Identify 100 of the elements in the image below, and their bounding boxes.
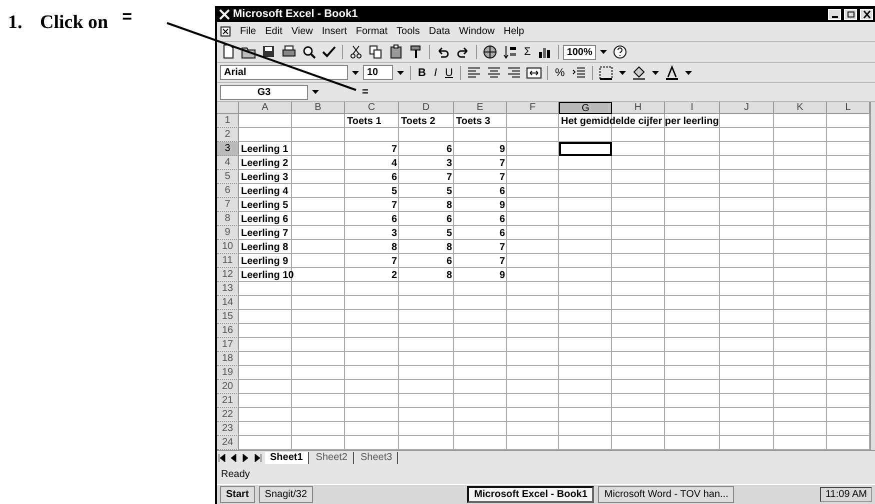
column-header[interactable]: D bbox=[399, 102, 454, 114]
column-header[interactable]: C bbox=[345, 102, 399, 114]
row-header[interactable]: 18 bbox=[217, 352, 239, 366]
menu-item[interactable]: Format bbox=[356, 26, 388, 37]
table-cell-text: 9 bbox=[498, 142, 506, 156]
row-header[interactable]: 24 bbox=[217, 436, 239, 450]
menu-item[interactable]: View bbox=[291, 26, 313, 37]
table-cell-text: Leerling 4 bbox=[240, 184, 290, 198]
table-cell-text: 5 bbox=[390, 184, 398, 198]
percent-button[interactable]: % bbox=[552, 64, 568, 81]
table-cell-text: 6 bbox=[498, 226, 506, 240]
taskbar-button[interactable]: Microsoft Word - TOV han... bbox=[598, 486, 734, 503]
restore-icon[interactable] bbox=[844, 8, 857, 20]
menu-item[interactable]: Data bbox=[428, 26, 450, 37]
column-header[interactable]: L bbox=[827, 102, 870, 114]
table-cell-text: Het gemiddelde cijfer per leerling bbox=[560, 114, 720, 128]
row-header[interactable]: 16 bbox=[217, 324, 239, 338]
italic-button[interactable]: I bbox=[430, 64, 440, 81]
column-header[interactable]: I bbox=[665, 102, 720, 114]
close-icon[interactable] bbox=[860, 8, 873, 20]
sheet-nav-arrow-icon[interactable] bbox=[217, 452, 227, 462]
column-header[interactable]: B bbox=[292, 102, 345, 114]
active-cell[interactable] bbox=[559, 142, 612, 156]
menu-item[interactable]: Help bbox=[504, 26, 524, 37]
menu-item[interactable]: Tools bbox=[396, 26, 420, 37]
step-number: 1. bbox=[8, 12, 24, 34]
row-header[interactable]: 21 bbox=[217, 394, 239, 408]
menu-item[interactable]: File bbox=[240, 26, 256, 37]
row-header[interactable]: 11 bbox=[217, 254, 239, 268]
font-size-field[interactable]: 10 bbox=[363, 65, 393, 80]
row-header[interactable]: 5 bbox=[217, 170, 239, 184]
menu-item[interactable]: Window bbox=[459, 26, 495, 37]
menu-item[interactable]: Insert bbox=[322, 26, 347, 37]
column-heading-cell-text: Toets 1 bbox=[346, 114, 382, 128]
column-header[interactable]: K bbox=[774, 102, 827, 114]
table-cell-text: 8 bbox=[445, 240, 453, 254]
menu-item[interactable]: Edit bbox=[265, 26, 282, 37]
row-header[interactable]: 19 bbox=[217, 366, 239, 380]
table-cell-text: 7 bbox=[390, 254, 398, 268]
column-heading-cell-text: Toets 2 bbox=[400, 114, 436, 128]
column-header[interactable]: H bbox=[612, 102, 665, 114]
table-cell-text: 7 bbox=[390, 142, 398, 156]
name-box[interactable]: G3 bbox=[220, 84, 308, 100]
row-header[interactable]: 10 bbox=[217, 240, 239, 254]
equals-symbol: = bbox=[122, 11, 132, 23]
border-icon[interactable] bbox=[596, 64, 615, 82]
table-cell-text: 2 bbox=[390, 268, 398, 282]
sheet-nav-arrow-icon[interactable] bbox=[229, 452, 239, 462]
column-header[interactable]: F bbox=[507, 102, 559, 114]
sheet-nav-arrow-icon[interactable] bbox=[253, 452, 263, 462]
row-header[interactable]: 23 bbox=[217, 422, 239, 436]
sheet-nav-arrow-icon[interactable] bbox=[241, 452, 251, 462]
globe-icon[interactable] bbox=[481, 43, 499, 61]
table-cell-text: 6 bbox=[445, 212, 453, 226]
table-cell-text: 7 bbox=[498, 240, 506, 254]
column-header[interactable]: G bbox=[559, 102, 612, 114]
vertical-scrollbar[interactable] bbox=[870, 102, 875, 450]
excel-logo-icon bbox=[219, 8, 230, 20]
workbook-icon[interactable] bbox=[220, 26, 231, 37]
column-header[interactable]: J bbox=[720, 102, 774, 114]
row-header[interactable]: 13 bbox=[217, 282, 239, 296]
underline-button[interactable]: U bbox=[442, 64, 456, 81]
taskbar-button[interactable]: Microsoft Excel - Book1 bbox=[467, 486, 594, 503]
row-header[interactable]: 14 bbox=[217, 296, 239, 310]
table-cell-text: Leerling 5 bbox=[240, 198, 290, 212]
status-text: Ready bbox=[221, 468, 250, 480]
row-header[interactable]: 4 bbox=[217, 156, 239, 170]
row-header[interactable]: 15 bbox=[217, 310, 239, 324]
zoom-field[interactable]: 100% bbox=[562, 44, 596, 60]
table-cell-text: Leerling 8 bbox=[240, 240, 290, 254]
row-header[interactable]: 1 bbox=[217, 114, 239, 128]
taskbar-button[interactable]: Snagit/32 bbox=[258, 486, 314, 503]
row-header[interactable]: 7 bbox=[217, 198, 239, 212]
sheet-tab[interactable]: Sheet2 bbox=[310, 452, 354, 464]
row-header[interactable]: 6 bbox=[217, 184, 239, 198]
minimize-icon[interactable] bbox=[828, 8, 841, 20]
row-header[interactable]: 22 bbox=[217, 408, 239, 422]
row-header[interactable]: 2 bbox=[217, 128, 239, 142]
column-header[interactable]: E bbox=[454, 102, 507, 114]
sort-icon[interactable] bbox=[501, 43, 519, 61]
autosum-button[interactable]: Σ bbox=[521, 44, 534, 60]
row-header[interactable]: 9 bbox=[217, 226, 239, 240]
bold-button[interactable]: B bbox=[415, 64, 429, 81]
sheet-tab[interactable]: Sheet3 bbox=[356, 452, 398, 464]
table-cell-text: 5 bbox=[445, 226, 453, 240]
row-header[interactable]: 12 bbox=[217, 268, 239, 282]
row-header[interactable]: 3 bbox=[217, 142, 239, 156]
column-heading-cell-text: Toets 3 bbox=[455, 114, 492, 128]
row-header[interactable]: 8 bbox=[217, 212, 239, 226]
font-field[interactable]: Arial bbox=[220, 65, 348, 80]
help-icon[interactable] bbox=[611, 43, 630, 61]
column-header[interactable]: A bbox=[239, 102, 292, 114]
table-cell-text: Leerling 2 bbox=[240, 156, 290, 170]
row-header[interactable]: 17 bbox=[217, 338, 239, 352]
sheet-tab[interactable]: Sheet1 bbox=[265, 452, 309, 464]
start-button[interactable]: Start bbox=[220, 486, 255, 503]
table-cell-text: 5 bbox=[445, 184, 453, 198]
edit-formula-button[interactable]: = bbox=[359, 84, 372, 100]
row-header[interactable]: 20 bbox=[217, 380, 239, 394]
table-cell-text: 9 bbox=[498, 198, 506, 212]
